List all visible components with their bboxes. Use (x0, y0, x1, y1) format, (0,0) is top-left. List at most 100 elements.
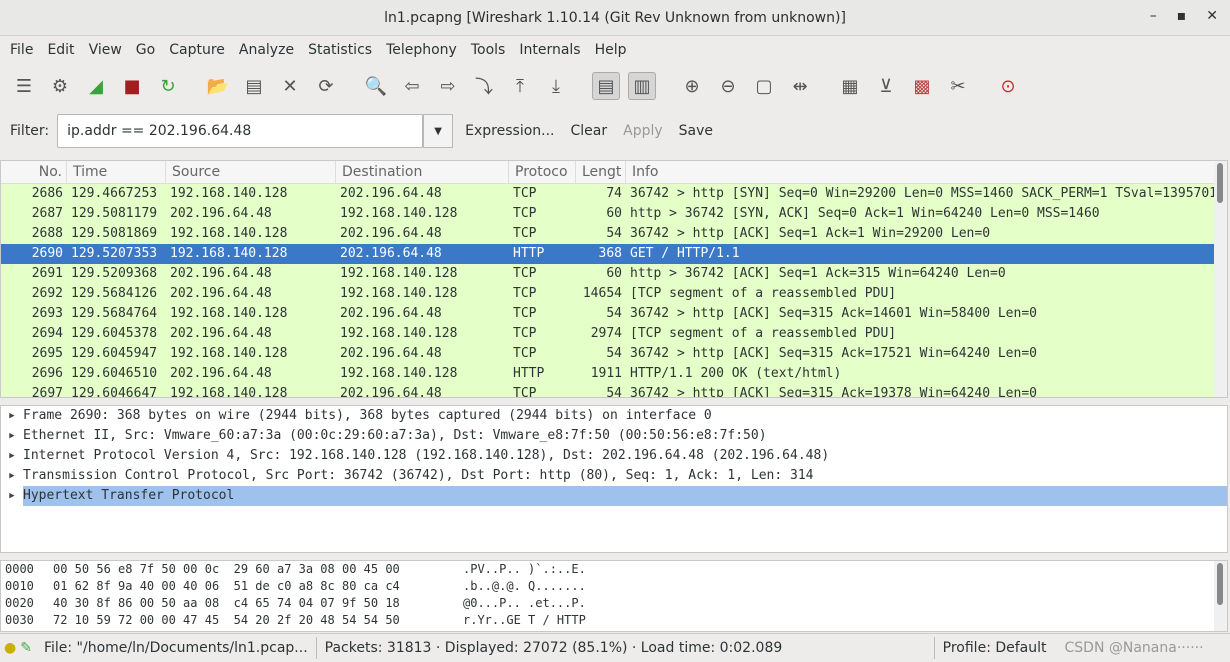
coloring-rules-button[interactable]: ▩ (908, 72, 936, 100)
detail-tree-item[interactable]: ▶ Ethernet II, Src: Vmware_60:a7:3a (00:0… (1, 426, 1227, 446)
cell-info: [TCP segment of a reassembled PDU] (630, 286, 897, 301)
cell-length: 54 (606, 306, 622, 321)
save-filter-button[interactable]: Save (675, 123, 717, 139)
options-button[interactable]: ⚙ (46, 72, 74, 100)
restart-capture-button[interactable]: ↻ (154, 72, 182, 100)
open-file-button[interactable]: 📂 (204, 72, 232, 100)
preferences-icon: ✂ (950, 75, 966, 97)
packet-row[interactable]: 2697 129.6046647 192.168.140.128 202.196.64… (1, 384, 1227, 398)
cell-source: 192.168.140.128 (170, 386, 288, 398)
auto-scroll-button[interactable]: ▥ (628, 72, 656, 100)
packet-list-scrollbar[interactable] (1214, 161, 1227, 397)
reload-icon: ⟳ (318, 75, 334, 97)
start-capture-button[interactable]: ◢ (82, 72, 110, 100)
menu-telephony[interactable]: Telephony (379, 42, 464, 58)
go-forward-button[interactable]: ⇨ (434, 72, 462, 100)
detail-text: Ethernet II, Src: Vmware_60:a7:3a (00:0c… (23, 428, 767, 443)
close-button[interactable]: ✕ (1206, 8, 1218, 24)
go-to-packet-button[interactable]: ⤵ (470, 72, 498, 100)
clear-button[interactable]: Clear (567, 123, 612, 139)
column-header-protocol[interactable]: Protoco (509, 161, 576, 183)
close-file-button[interactable]: ✕ (276, 72, 304, 100)
expand-arrow-icon[interactable]: ▶ (1, 466, 23, 486)
hex-offset: 0010 (5, 579, 34, 593)
column-header-destination[interactable]: Destination (336, 161, 509, 183)
cell-no.: 2696 (31, 366, 63, 381)
detail-tree-item[interactable]: ▶ Internet Protocol Version 4, Src: 192.1… (1, 446, 1227, 466)
packet-row[interactable]: 2694 129.6045378 202.196.64.48 192.168.140.… (1, 324, 1227, 344)
start-capture-icon: ◢ (89, 75, 103, 97)
last-packet-button[interactable]: ⤓ (542, 72, 570, 100)
expand-arrow-icon[interactable]: ▶ (1, 406, 23, 426)
zoom-in-button[interactable]: ⊕ (678, 72, 706, 100)
hex-row: 0030 72 10 59 72 00 00 47 45 54 20 2f 20 … (1, 612, 1227, 629)
resize-columns-button[interactable]: ⇹ (786, 72, 814, 100)
menu-edit[interactable]: Edit (40, 42, 81, 58)
capture-filters-button[interactable]: ▦ (836, 72, 864, 100)
apply-button[interactable]: Apply (619, 123, 667, 139)
detail-tree-item[interactable]: ▶ Frame 2690: 368 bytes on wire (2944 bit… (1, 406, 1227, 426)
packet-row[interactable]: 2692 129.5684126 202.196.64.48 192.168.140.… (1, 284, 1227, 304)
detail-tree-item[interactable]: ▶ Hypertext Transfer Protocol (1, 486, 1227, 506)
filter-dropdown-button[interactable]: ▼ (423, 114, 454, 148)
column-header-info[interactable]: Info (626, 161, 1227, 183)
save-file-button[interactable]: ▤ (240, 72, 268, 100)
status-file: File: "/home/ln/Documents/ln1.pcap... (36, 637, 317, 659)
menu-analyze[interactable]: Analyze (232, 42, 301, 58)
find-packet-button[interactable]: 🔍 (362, 72, 390, 100)
menu-file[interactable]: File (3, 42, 40, 58)
column-header-time[interactable]: Time (67, 161, 166, 183)
preferences-button[interactable]: ✂ (944, 72, 972, 100)
reload-button[interactable]: ⟳ (312, 72, 340, 100)
menu-view[interactable]: View (82, 42, 129, 58)
packet-row[interactable]: 2688 129.5081869 192.168.140.128 202.196.64… (1, 224, 1227, 244)
packet-row[interactable]: 2693 129.5684764 192.168.140.128 202.196.64… (1, 304, 1227, 324)
hex-offset: 0030 (5, 613, 34, 627)
status-profile[interactable]: Profile: Default (935, 637, 1055, 659)
menu-statistics[interactable]: Statistics (301, 42, 379, 58)
expand-arrow-icon[interactable]: ▶ (1, 426, 23, 446)
column-header-length[interactable]: Lengt (576, 161, 626, 183)
packet-row[interactable]: 2695 129.6045947 192.168.140.128 202.196.64… (1, 344, 1227, 364)
window-title: ln1.pcapng [Wireshark 1.10.14 (Git Rev U… (384, 9, 846, 26)
menu-capture[interactable]: Capture (162, 42, 232, 58)
cell-destination: 192.168.140.128 (340, 266, 458, 281)
expert-info-icon[interactable]: ● (4, 640, 16, 656)
packet-row[interactable]: 2691 129.5209368 202.196.64.48 192.168.140.… (1, 264, 1227, 284)
cell-protocol: TCP (513, 306, 537, 321)
menu-help[interactable]: Help (588, 42, 634, 58)
normal-size-button[interactable]: ▢ (750, 72, 778, 100)
packet-row[interactable]: 2687 129.5081179 202.196.64.48 192.168.140.… (1, 204, 1227, 224)
maximize-button[interactable]: ▪ (1177, 8, 1187, 24)
packet-bytes: 0000 00 50 56 e8 7f 50 00 0c 29 60 a7 3a … (0, 560, 1228, 632)
zoom-out-button[interactable]: ⊖ (714, 72, 742, 100)
menu-internals[interactable]: Internals (512, 42, 587, 58)
packet-row[interactable]: 2696 129.6046510 202.196.64.48 192.168.140.… (1, 364, 1227, 384)
menu-go[interactable]: Go (129, 42, 162, 58)
cell-protocol: HTTP (513, 246, 545, 261)
bytes-scrollbar[interactable] (1214, 561, 1227, 631)
column-header-source[interactable]: Source (166, 161, 336, 183)
menu-tools[interactable]: Tools (464, 42, 513, 58)
colorize-button[interactable]: ▤ (592, 72, 620, 100)
filter-input[interactable]: ip.addr == 202.196.64.48 (57, 114, 424, 148)
capture-comment-icon[interactable]: ✎ (20, 640, 32, 656)
cell-protocol: TCP (513, 346, 537, 361)
expand-arrow-icon[interactable]: ▶ (1, 486, 23, 506)
column-header-no.[interactable]: No. (1, 161, 67, 183)
cell-destination: 202.196.64.48 (340, 186, 442, 201)
minimize-button[interactable]: – (1150, 8, 1157, 24)
packet-row[interactable]: 2686 129.4667253 192.168.140.128 202.196.64… (1, 184, 1227, 204)
interfaces-button[interactable]: ☰ (10, 72, 38, 100)
cell-time: 129.5684126 (71, 286, 158, 301)
go-back-button[interactable]: ⇦ (398, 72, 426, 100)
packet-row[interactable]: 2690 129.5207353 192.168.140.128 202.196.64… (1, 244, 1227, 264)
cell-protocol: TCP (513, 266, 537, 281)
display-filters-button[interactable]: ⊻ (872, 72, 900, 100)
stop-capture-button[interactable]: ■ (118, 72, 146, 100)
detail-tree-item[interactable]: ▶ Transmission Control Protocol, Src Port… (1, 466, 1227, 486)
expression-button[interactable]: Expression... (461, 123, 558, 139)
help-button[interactable]: ⊙ (994, 72, 1022, 100)
first-packet-button[interactable]: ⤒ (506, 72, 534, 100)
expand-arrow-icon[interactable]: ▶ (1, 446, 23, 466)
